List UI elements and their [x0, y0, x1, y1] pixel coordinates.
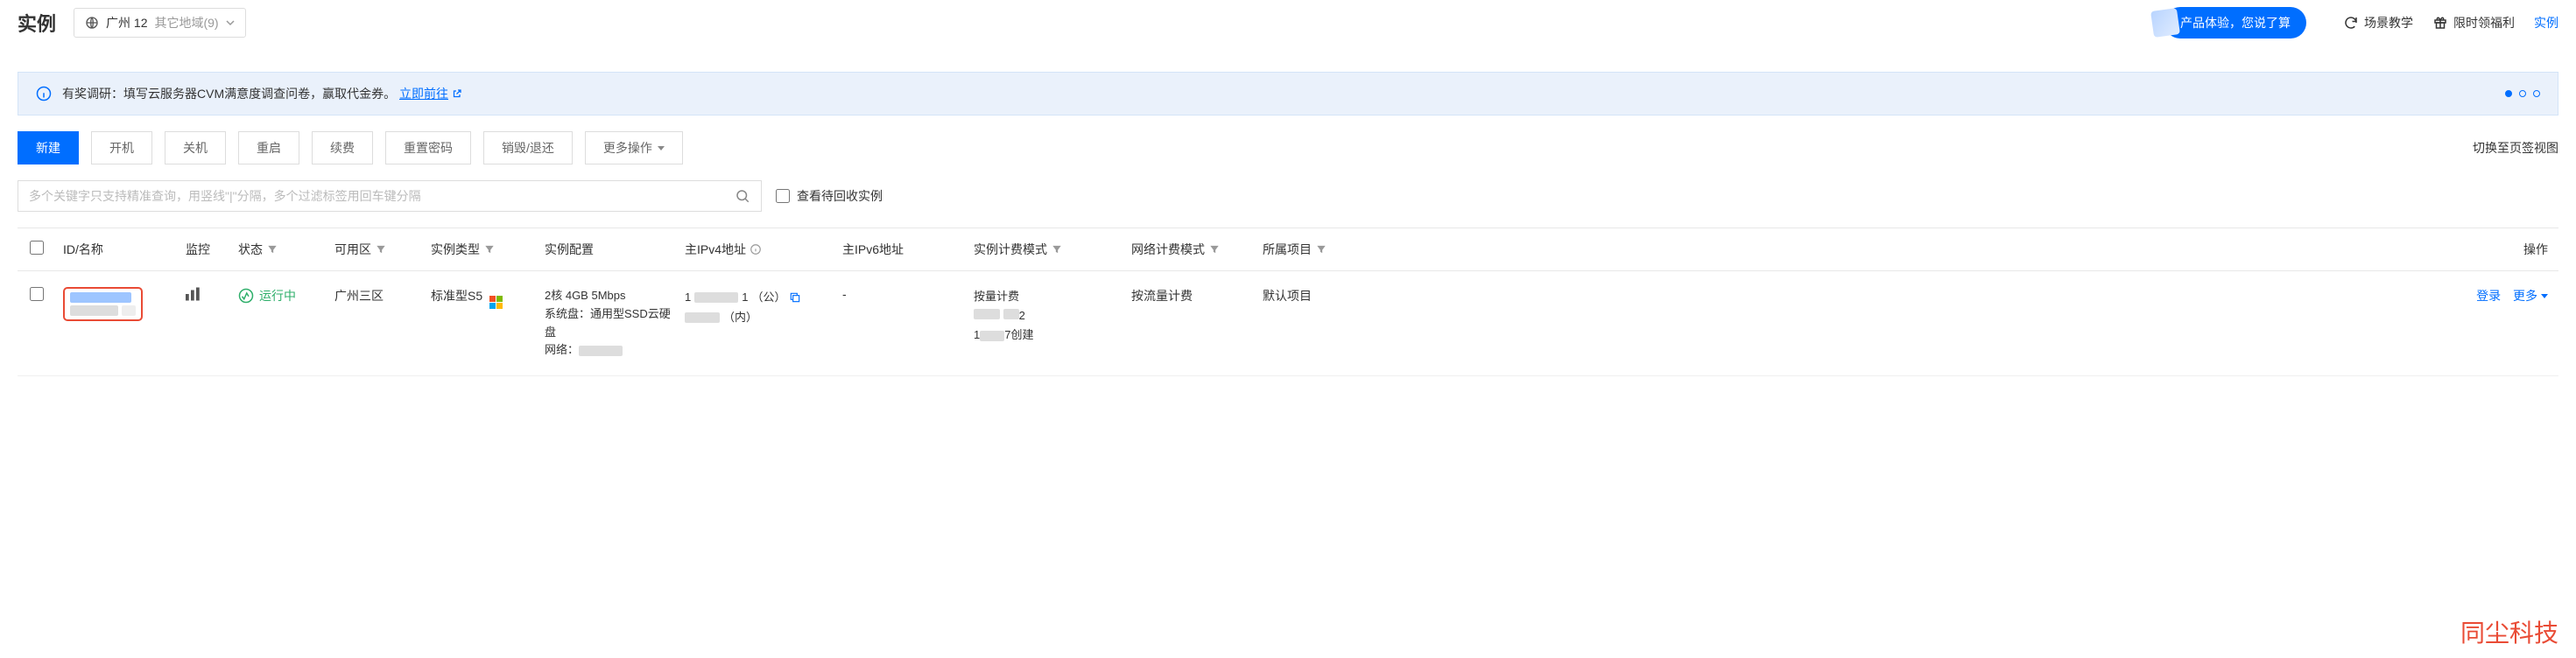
windows-icon	[489, 296, 503, 309]
billing-date1: 2	[974, 306, 1117, 326]
watermark: 同尘科技	[2460, 614, 2558, 649]
th-ops: 操作	[1352, 241, 2558, 258]
zone-text: 广州三区	[327, 287, 424, 304]
config-net: 网络：	[545, 341, 671, 360]
info-icon[interactable]	[750, 243, 762, 256]
th-project[interactable]: 所属项目	[1263, 241, 1327, 258]
banner-link[interactable]: 立即前往	[399, 87, 462, 101]
ipv6-text: -	[835, 287, 967, 301]
filter-icon	[375, 243, 387, 256]
th-ipv4: 主IPv4地址	[685, 241, 762, 258]
globe-icon	[85, 16, 99, 30]
th-netbill[interactable]: 网络计费模式	[1131, 241, 1221, 258]
recycle-checkbox[interactable]	[776, 189, 790, 203]
op-more-dropdown[interactable]: 更多	[2513, 289, 2548, 303]
th-ipv6: 主IPv6地址	[835, 241, 967, 258]
th-config: 实例配置	[538, 241, 678, 258]
ipv4-private: （内）	[685, 307, 828, 327]
page-title: 实例	[18, 9, 56, 37]
row-checkbox[interactable]	[30, 287, 44, 301]
promo-pill[interactable]: 产品体验，您说了算	[2164, 7, 2306, 38]
restart-button[interactable]: 重启	[238, 131, 299, 164]
monitor-icon[interactable]	[186, 287, 201, 301]
ipv4-public: 11 （公）	[685, 287, 828, 307]
filter-icon	[1051, 243, 1063, 256]
status-running-icon	[238, 288, 254, 304]
billing-created: 17创建	[974, 326, 1117, 345]
config-spec: 2核 4GB 5Mbps	[545, 287, 671, 305]
view-switch-link[interactable]: 切换至页签视图	[2473, 139, 2558, 157]
info-icon	[36, 86, 52, 102]
region-other-label: 其它地域(9)	[154, 14, 218, 32]
filter-icon	[1208, 243, 1221, 256]
promo-text: 产品体验，您说了算	[2180, 14, 2291, 32]
renew-button[interactable]: 续费	[312, 131, 373, 164]
external-link-icon	[452, 88, 462, 99]
th-id: ID/名称	[56, 241, 179, 258]
copy-icon[interactable]	[789, 291, 801, 304]
recycle-label: 查看待回收实例	[797, 187, 883, 205]
carousel-dots[interactable]	[2505, 90, 2540, 97]
chevron-down-icon	[226, 18, 235, 27]
th-type[interactable]: 实例类型	[431, 241, 496, 258]
table-row: 运行中 广州三区 标准型S5 2核 4GB 5Mbps 系统盘：通用型SSD云硬…	[18, 271, 2558, 376]
netbill-text: 按流量计费	[1124, 287, 1256, 304]
banner-prefix: 有奖调研：填写云服务器CVM满意度调查问卷，赢取代金券。	[62, 87, 396, 101]
billing-mode: 按量计费	[974, 287, 1117, 306]
more-actions-dropdown[interactable]: 更多操作	[585, 131, 683, 164]
region-selector[interactable]: 广州 12 其它地域(9)	[74, 8, 246, 38]
search-input[interactable]	[29, 189, 735, 203]
tutorial-link[interactable]: 场景教学	[2343, 14, 2413, 32]
search-box[interactable]	[18, 180, 762, 212]
select-all-checkbox[interactable]	[30, 241, 44, 255]
recycle-checkbox-wrap[interactable]: 查看待回收实例	[776, 187, 883, 205]
instance-right-link[interactable]: 实例	[2534, 14, 2558, 32]
gift-icon	[2432, 15, 2448, 31]
op-login[interactable]: 登录	[2476, 289, 2501, 303]
reset-password-button[interactable]: 重置密码	[385, 131, 471, 164]
stop-button[interactable]: 关机	[165, 131, 226, 164]
th-billing[interactable]: 实例计费模式	[974, 241, 1063, 258]
config-disk: 系统盘：通用型SSD云硬盘	[545, 305, 671, 342]
filter-icon	[1315, 243, 1327, 256]
filter-icon	[483, 243, 496, 256]
destroy-button[interactable]: 销毁/退还	[483, 131, 573, 164]
type-text: 标准型S5	[431, 289, 482, 303]
status-text: 运行中	[259, 287, 296, 304]
project-text: 默认项目	[1256, 287, 1352, 304]
region-current-label: 广州 12	[106, 14, 147, 32]
filter-icon	[266, 243, 278, 256]
table-header: ID/名称 监控 状态 可用区 实例类型 实例配置 主IPv4地址	[18, 228, 2558, 271]
refresh-icon	[2343, 15, 2359, 31]
instance-id-badge[interactable]	[63, 287, 143, 321]
info-banner: 有奖调研：填写云服务器CVM满意度调查问卷，赢取代金券。 立即前往	[18, 72, 2558, 116]
th-status[interactable]: 状态	[238, 241, 278, 258]
create-button[interactable]: 新建	[18, 131, 79, 164]
th-zone[interactable]: 可用区	[334, 241, 387, 258]
search-icon[interactable]	[735, 188, 750, 204]
th-monitor: 监控	[179, 241, 231, 258]
start-button[interactable]: 开机	[91, 131, 152, 164]
benefit-link[interactable]: 限时领福利	[2432, 14, 2515, 32]
